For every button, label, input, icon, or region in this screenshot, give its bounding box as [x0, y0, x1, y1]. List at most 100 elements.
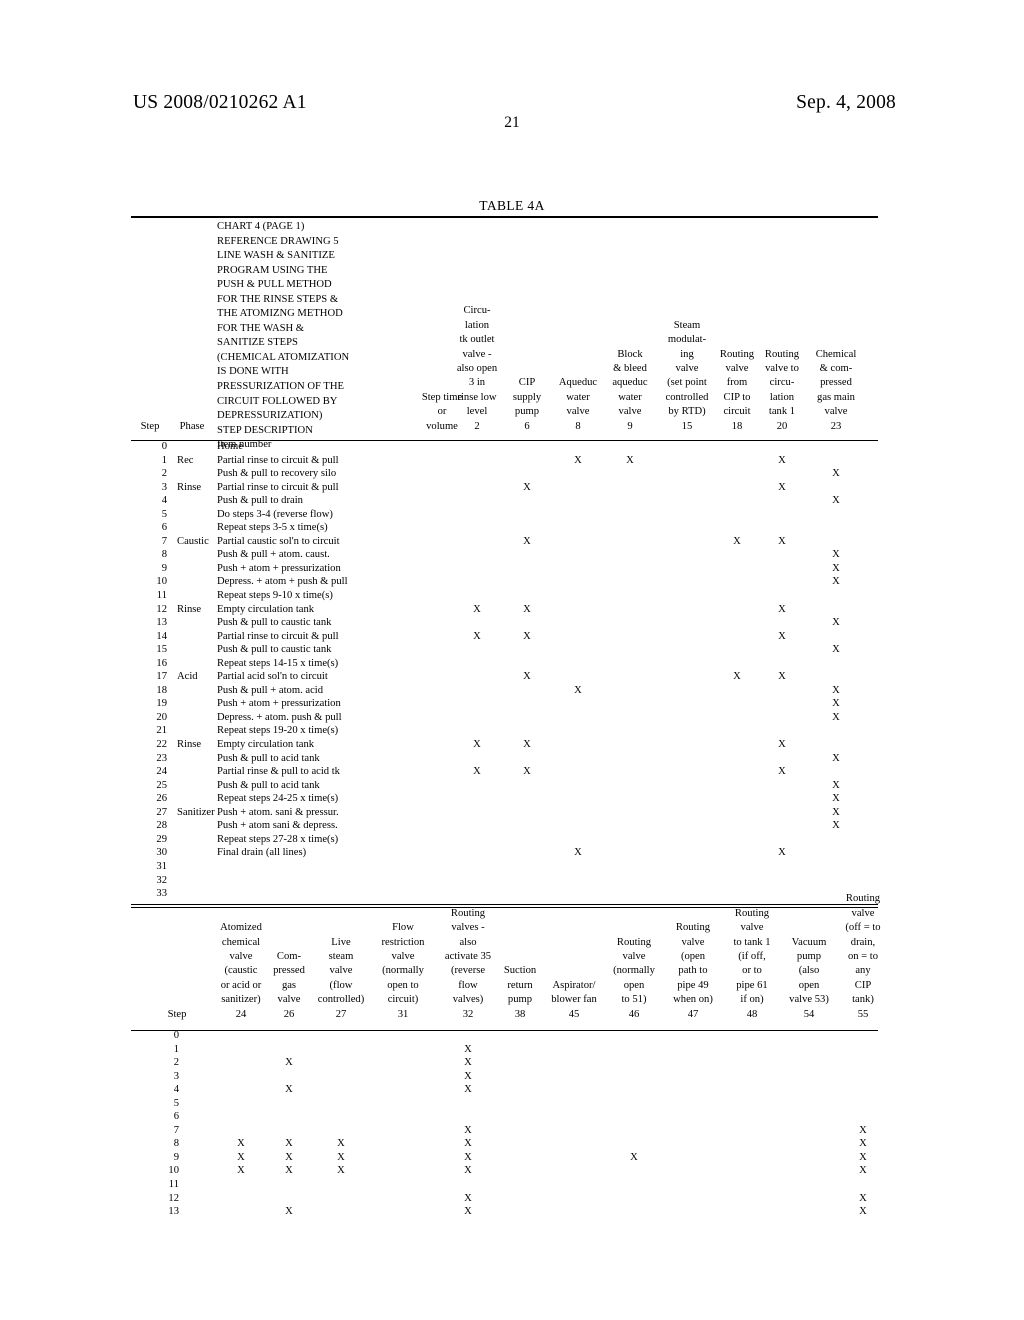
- table-row: 1 Rec Partial rinse to circuit & pull X X X: [131, 454, 878, 468]
- table-row: 0: [131, 1029, 878, 1043]
- step-number: 24: [156, 766, 167, 778]
- step-description: Push & pull to acid tank: [217, 752, 320, 764]
- table-row: 3X: [131, 1070, 878, 1084]
- step-description: Depress. + atom. push & pull: [217, 711, 342, 723]
- table-row: 21 Repeat steps 19-20 x time(s): [131, 724, 878, 738]
- column-header-line: & bleed: [613, 362, 647, 374]
- step-description: Repeat steps 24-25 x time(s): [217, 793, 339, 805]
- table-row: 12 Rinse Empty circulation tank X X X: [131, 603, 878, 617]
- column-header-line: valve -: [462, 348, 492, 360]
- step-number: 5: [161, 508, 167, 520]
- mark-x-chem_gas: X: [832, 820, 840, 832]
- column-header-line: open to: [387, 979, 419, 991]
- table-row: 7 X X: [131, 1124, 878, 1138]
- column-header-line: to 51): [621, 994, 647, 1006]
- mark-x-routing_35: X: [464, 1151, 472, 1163]
- table-row: 2 X X: [131, 1056, 878, 1070]
- column-header-line: modulat-: [667, 334, 707, 346]
- column-header-line: water: [618, 391, 642, 403]
- mark-x-routing_drain: X: [859, 1124, 867, 1136]
- chart-description-line: REFERENCE DRAWING 5: [217, 235, 339, 247]
- step-description: Partial rinse to circuit & pull: [217, 481, 339, 493]
- table-4a-part1: CHART 4 (PAGE 1) REFERENCE DRAWING 5 LINE …: [131, 220, 878, 901]
- page-header: US 2008/0210262 A1 Sep. 4, 2008: [133, 92, 896, 114]
- mark-x-chem_gas: X: [832, 684, 840, 696]
- column-header-line: Routing: [450, 907, 486, 919]
- column-header-line: restriction: [381, 936, 425, 948]
- column-header-line: activate 35: [444, 950, 492, 962]
- table-row: 10 Depress. + atom + push & pull X: [131, 575, 878, 589]
- column-header-line: Routing: [616, 936, 652, 948]
- step-description: Push & pull + atom. acid: [217, 684, 324, 696]
- step-description: Push + atom + pressurization: [217, 562, 341, 574]
- step-number: 2: [161, 468, 167, 480]
- step-description: Repeat steps 3-5 x time(s): [217, 522, 328, 534]
- step-number: 4: [161, 495, 167, 507]
- step-description: Repeat steps 9-10 x time(s): [217, 590, 333, 602]
- mark-x-route_cip: X: [733, 535, 741, 547]
- mark-x-route_tank1: X: [778, 630, 786, 642]
- table-row: 5: [131, 1097, 878, 1111]
- step-number: 31: [156, 860, 167, 872]
- mark-x-chem_gas: X: [832, 495, 840, 507]
- column-header-line: valves -: [451, 922, 485, 934]
- publication-date: Sep. 4, 2008: [796, 92, 896, 113]
- table-row: 15 Push & pull to caustic tank X: [131, 643, 878, 657]
- step-description: Repeat steps 19-20 x time(s): [217, 725, 339, 737]
- table-row: 11: [131, 1178, 878, 1192]
- mark-x-atomized_chem: X: [237, 1151, 245, 1163]
- mark-x-route_tank1: X: [778, 535, 786, 547]
- column-header-number: 55: [857, 1008, 869, 1020]
- step-number: 29: [156, 833, 167, 845]
- column-header-line: (normally: [382, 965, 424, 977]
- mark-x-cip_pump: X: [523, 671, 531, 683]
- step-number: 7: [173, 1124, 179, 1136]
- mark-x-routing_35: X: [464, 1165, 472, 1177]
- column-header-line: drain,: [850, 936, 876, 948]
- mark-x-route_tank1: X: [778, 739, 786, 751]
- table-row: 30 Final drain (all lines) X X: [131, 846, 878, 860]
- table-row: 6: [131, 1110, 878, 1124]
- step-description: Empty circulation tank: [217, 739, 315, 751]
- step-number: 21: [156, 725, 167, 737]
- table-row: 20 Depress. + atom. push & pull X: [131, 711, 878, 725]
- chart-description-line: THE ATOMIZNG METHOD: [217, 308, 343, 320]
- table-row: 33: [131, 887, 878, 901]
- table2-column-header-live_steam: Live steam valve (flow controlled) 27: [307, 936, 375, 1022]
- column-header-line: also open: [456, 362, 498, 374]
- column-header-number: 32: [462, 1008, 474, 1020]
- column-header-line: path to: [678, 965, 708, 977]
- table-row: 19 Push + atom + pressurization X: [131, 697, 878, 711]
- column-header-line: Atomized: [220, 922, 262, 934]
- column-header-number: 23: [830, 420, 842, 432]
- mark-x-chem_gas: X: [832, 549, 840, 561]
- step-number: 11: [168, 1179, 179, 1191]
- table2-column-header-flow_restrict: Flow restriction valve (normally open to circ…: [369, 921, 437, 1022]
- column-header-line: (normally: [613, 965, 655, 977]
- step-number: 19: [156, 698, 167, 710]
- column-header-line: pressed: [820, 377, 852, 389]
- step-number: 22: [156, 739, 167, 751]
- column-header-line: if on): [740, 994, 764, 1006]
- column-header-line: Suction: [503, 965, 537, 977]
- table-row: 27 Sanitizer Push + atom. sani & pressur. X: [131, 806, 878, 820]
- column-header-line: aqueduc: [612, 377, 648, 389]
- chart-description-line: IS DONE WITH: [217, 366, 289, 378]
- mark-x-aqueduc: X: [574, 454, 582, 466]
- step-description: Push + atom + pressurization: [217, 698, 341, 710]
- column-header-line: circuit): [387, 994, 419, 1006]
- table1-column-header-chem_gas: Chemical & com-pressed gas main valve 23: [803, 348, 869, 434]
- step-description: Push & pull to caustic tank: [217, 644, 332, 656]
- mark-x-routing_35: X: [464, 1138, 472, 1150]
- column-header-line: chemical: [221, 936, 261, 948]
- column-header-line: valve: [740, 922, 764, 934]
- chart-description-line: (CHEMICAL ATOMIZATION: [217, 351, 350, 363]
- step-number: 20: [156, 711, 167, 723]
- mark-x-routing_35: X: [464, 1057, 472, 1069]
- column-header-line: CIP: [854, 979, 872, 991]
- mark-x-route_tank1: X: [778, 454, 786, 466]
- table-row: 23 Push & pull to acid tank X: [131, 752, 878, 766]
- table-row: 4 Push & pull to drain X: [131, 494, 878, 508]
- chart-description-line: STEP DESCRIPTION: [217, 424, 313, 436]
- chart-description-block: CHART 4 (PAGE 1) REFERENCE DRAWING 5 LINE …: [217, 220, 385, 453]
